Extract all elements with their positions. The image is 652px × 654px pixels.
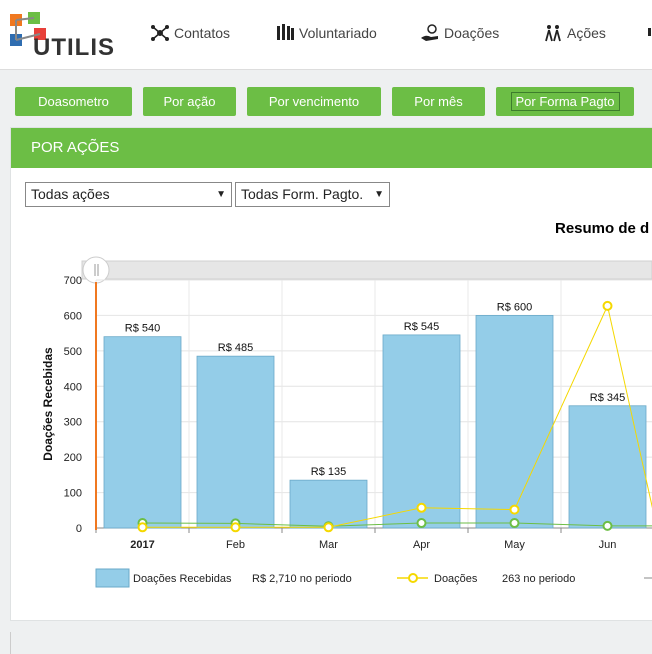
bar — [382, 334, 461, 529]
y-tick-label: 0 — [76, 523, 82, 535]
series-line-doacoes-point — [230, 522, 241, 533]
bar — [475, 315, 554, 529]
chart-navigator — [81, 260, 652, 280]
x-tick-label: Apr — [413, 539, 430, 551]
bar-data-label: R$ 600 — [497, 301, 532, 313]
legend-label: Doações Recebidas — [133, 573, 232, 585]
bar-data-label: R$ 540 — [125, 323, 160, 335]
series-line-green-point — [416, 518, 427, 529]
series-line-doacoes-point — [509, 504, 520, 515]
legend-label: Doações — [434, 573, 478, 585]
bar — [289, 479, 368, 529]
y-tick-label: 400 — [64, 381, 82, 393]
bar-data-label: R$ 545 — [404, 321, 439, 333]
x-tick-label: 2017 — [130, 539, 154, 551]
legend-swatch-bar — [95, 568, 130, 588]
y-tick-label: 100 — [64, 488, 82, 500]
x-tick-label: Feb — [226, 539, 245, 551]
legend-summary: 263 no periodo — [502, 573, 575, 585]
y-tick-label: 200 — [64, 452, 82, 464]
bar-data-label: R$ 345 — [590, 392, 625, 404]
x-tick-label: Jun — [599, 539, 617, 551]
bar — [568, 405, 647, 529]
series-line-green-point — [602, 520, 613, 531]
bar-data-label: R$ 135 — [311, 466, 346, 478]
bar-data-label: R$ 485 — [218, 342, 253, 354]
y-tick-label: 600 — [64, 310, 82, 322]
series-line-green-point — [509, 518, 520, 529]
bar — [196, 355, 275, 529]
x-tick-label: Mar — [319, 539, 338, 551]
y-axis-label: Doações Recebidas — [41, 347, 55, 461]
series-line-doacoes-point — [602, 300, 613, 311]
series-line-doacoes-point — [323, 522, 334, 533]
series-line-doacoes-point — [137, 522, 148, 533]
series-line-doacoes-point — [416, 502, 427, 513]
x-tick-label: May — [504, 539, 525, 551]
navigator-handle[interactable] — [82, 256, 110, 284]
footer-divider — [10, 632, 11, 654]
y-tick-label: 500 — [64, 346, 82, 358]
bar — [103, 336, 182, 529]
donations-chart: 0 100 200 300 400 500 600 700 Doações Recebidas R… — [41, 256, 652, 588]
y-tick-label: 700 — [64, 275, 82, 287]
y-tick-label: 300 — [64, 417, 82, 429]
legend-swatch-point — [408, 573, 418, 583]
legend-summary: R$ 2,710 no periodo — [252, 573, 352, 585]
